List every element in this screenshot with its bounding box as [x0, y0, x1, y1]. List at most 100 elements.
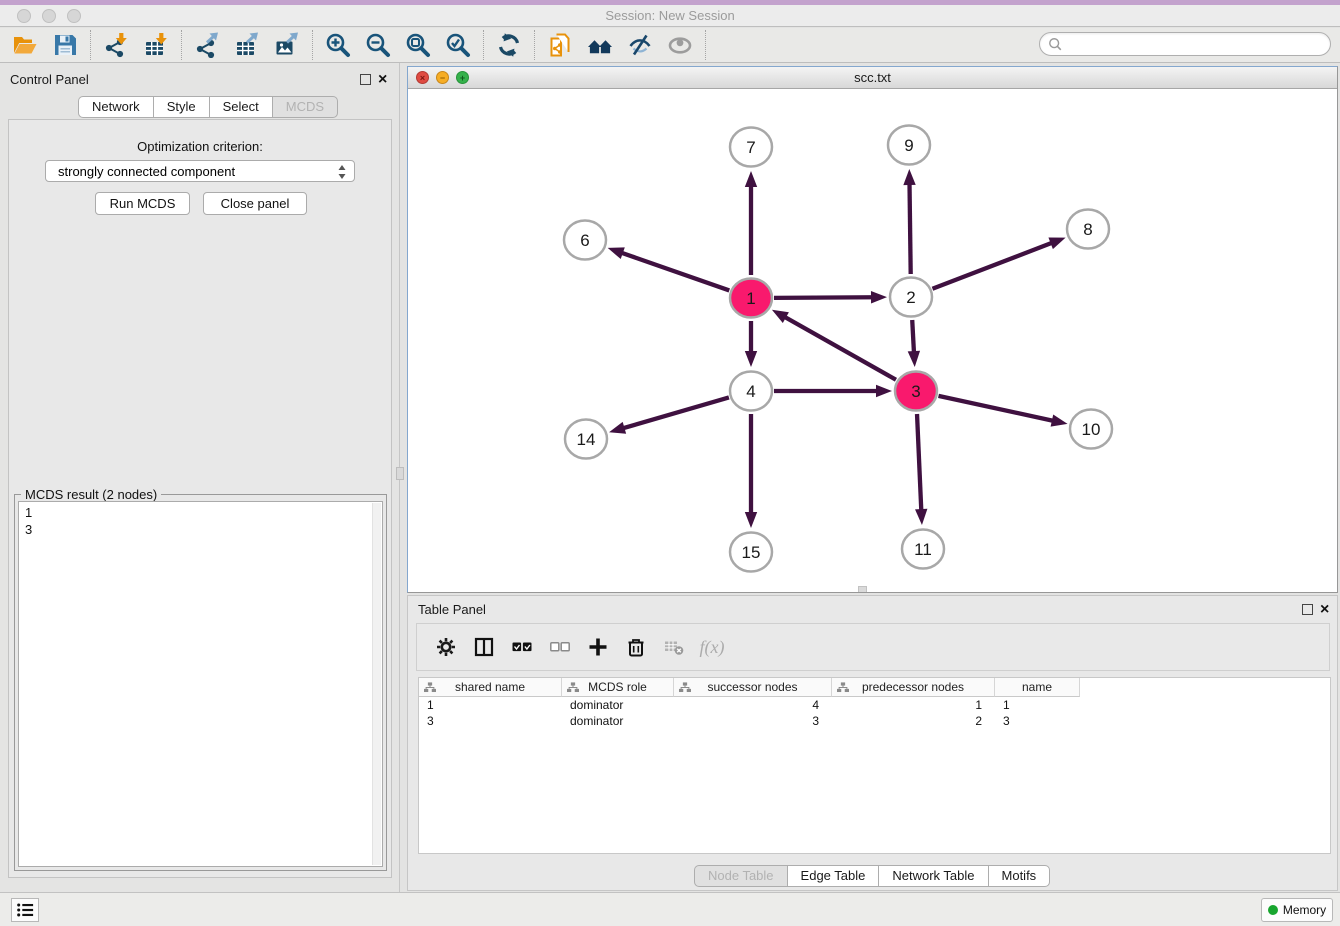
table-cell: dominator: [562, 697, 674, 713]
close-panel-icon[interactable]: ×: [378, 74, 387, 85]
graph-node-7[interactable]: 7: [730, 128, 772, 167]
svg-text:8: 8: [1083, 220, 1092, 239]
tab-mcds[interactable]: MCDS: [272, 96, 338, 118]
tab-network[interactable]: Network: [78, 96, 153, 118]
edge-arrowhead: [745, 171, 757, 187]
graph-edge-1-6[interactable]: [619, 252, 729, 291]
hide-panel-icon[interactable]: [620, 30, 660, 60]
add-column-icon[interactable]: [579, 630, 617, 664]
network-window-grip[interactable]: [858, 586, 867, 592]
svg-text:14: 14: [577, 430, 596, 449]
table-row[interactable]: 1dominator411: [419, 697, 1330, 713]
column-hierarchy-icon: [567, 682, 579, 696]
settings-gear-icon[interactable]: [427, 630, 465, 664]
panel-divider-grip[interactable]: [396, 467, 404, 480]
graph-node-2[interactable]: 2: [890, 278, 932, 317]
network-graph[interactable]: 7 9 6 8 1 2 4 3 14 10 15 11: [408, 89, 1337, 592]
graph-node-8[interactable]: 8: [1067, 210, 1109, 249]
column-header-label: name: [1022, 680, 1052, 694]
graph-edge-4-14[interactable]: [621, 397, 729, 429]
mcds-result-box[interactable]: 13: [18, 501, 383, 867]
column-hierarchy-icon: [679, 682, 691, 696]
svg-text:10: 10: [1082, 420, 1101, 439]
graph-node-1[interactable]: 1: [730, 279, 772, 318]
column-header-label: shared name: [455, 680, 525, 694]
graph-edge-3-1[interactable]: [782, 316, 896, 380]
column-header-shared-name[interactable]: shared name: [419, 678, 562, 697]
export-network-icon[interactable]: [187, 30, 227, 60]
close-table-panel-icon[interactable]: ×: [1320, 604, 1329, 615]
tab-network-table[interactable]: Network Table: [878, 865, 987, 887]
graph-node-11[interactable]: 11: [902, 530, 944, 569]
toolbar-group: [0, 30, 91, 60]
home-icon[interactable]: [580, 30, 620, 60]
tab-node-table[interactable]: Node Table: [694, 865, 787, 887]
search-input[interactable]: [1067, 37, 1322, 52]
graph-node-9[interactable]: 9: [888, 126, 930, 165]
close-panel-button[interactable]: Close panel: [203, 192, 307, 215]
zoom-fit-icon[interactable]: [398, 30, 438, 60]
tab-edge-table[interactable]: Edge Table: [787, 865, 879, 887]
zoom-selected-icon[interactable]: [438, 30, 478, 60]
tab-motifs[interactable]: Motifs: [988, 865, 1051, 887]
import-table-icon[interactable]: [136, 30, 176, 60]
tab-style[interactable]: Style: [153, 96, 209, 118]
search-box[interactable]: [1039, 32, 1331, 56]
table-header-row: shared name MCDS role successor nodes prede…: [419, 678, 1330, 697]
import-network-icon[interactable]: [96, 30, 136, 60]
window-titlebar[interactable]: Session: New Session: [0, 5, 1340, 27]
edge-arrowhead: [1048, 238, 1065, 250]
select-all-columns-icon[interactable]: [503, 630, 541, 664]
graph-edge-1-2[interactable]: [774, 297, 875, 298]
graph-node-3[interactable]: 3: [895, 372, 937, 411]
table-row[interactable]: 3dominator323: [419, 713, 1330, 729]
show-eye-icon[interactable]: [660, 30, 700, 60]
memory-button[interactable]: Memory: [1261, 898, 1333, 922]
network-canvas[interactable]: 7 9 6 8 1 2 4 3 14 10 15 11: [408, 89, 1337, 592]
delete-column-icon[interactable]: [617, 630, 655, 664]
result-scrollbar[interactable]: [372, 503, 381, 865]
zoom-in-icon[interactable]: [318, 30, 358, 60]
edge-arrowhead: [745, 512, 757, 528]
graph-edge-2-9[interactable]: [909, 181, 910, 274]
edge-arrowhead: [608, 247, 625, 259]
memory-label: Memory: [1283, 903, 1326, 917]
export-image-icon[interactable]: [267, 30, 307, 60]
zoom-out-icon[interactable]: [358, 30, 398, 60]
node-table[interactable]: shared name MCDS role successor nodes prede…: [418, 677, 1331, 854]
mcds-panel: Optimization criterion: strongly connect…: [8, 119, 392, 878]
network-window[interactable]: × − + scc.txt 7 9 6 8 1 2 4 3 14 10 15 11: [407, 66, 1338, 593]
graph-edge-2-3[interactable]: [912, 320, 914, 355]
float-table-panel-icon[interactable]: [1302, 604, 1313, 615]
column-header-label: MCDS role: [588, 680, 647, 694]
graph-node-4[interactable]: 4: [730, 372, 772, 411]
task-history-button[interactable]: [11, 898, 39, 922]
graph-node-10[interactable]: 10: [1070, 410, 1112, 449]
export-table-icon[interactable]: [227, 30, 267, 60]
graph-edge-3-11[interactable]: [917, 414, 921, 513]
graph-node-6[interactable]: 6: [564, 221, 606, 260]
criterion-select[interactable]: strongly connected component: [45, 160, 355, 182]
run-mcds-button[interactable]: Run MCDS: [95, 192, 190, 215]
network-window-titlebar[interactable]: × − + scc.txt: [408, 67, 1337, 89]
column-header-successor-nodes[interactable]: successor nodes: [674, 678, 832, 697]
graph-edge-3-10[interactable]: [938, 396, 1055, 421]
float-panel-icon[interactable]: [360, 74, 371, 85]
clone-network-icon[interactable]: [540, 30, 580, 60]
save-session-icon[interactable]: [45, 30, 85, 60]
mcds-result-group: MCDS result (2 nodes) 13: [14, 494, 387, 871]
column-header-MCDS-role[interactable]: MCDS role: [562, 678, 674, 697]
open-file-icon[interactable]: [5, 30, 45, 60]
column-header-predecessor-nodes[interactable]: predecessor nodes: [832, 678, 995, 697]
column-header-label: predecessor nodes: [862, 680, 964, 694]
deselect-all-columns-icon[interactable]: [541, 630, 579, 664]
refresh-layout-icon[interactable]: [489, 30, 529, 60]
graph-node-14[interactable]: 14: [565, 420, 607, 459]
toolbar-group: [535, 30, 706, 60]
column-header-name[interactable]: name: [995, 678, 1080, 697]
graph-edge-2-8[interactable]: [932, 242, 1054, 289]
tab-select[interactable]: Select: [209, 96, 272, 118]
column-layout-icon[interactable]: [465, 630, 503, 664]
criterion-select-value: strongly connected component: [58, 164, 235, 179]
graph-node-15[interactable]: 15: [730, 533, 772, 572]
